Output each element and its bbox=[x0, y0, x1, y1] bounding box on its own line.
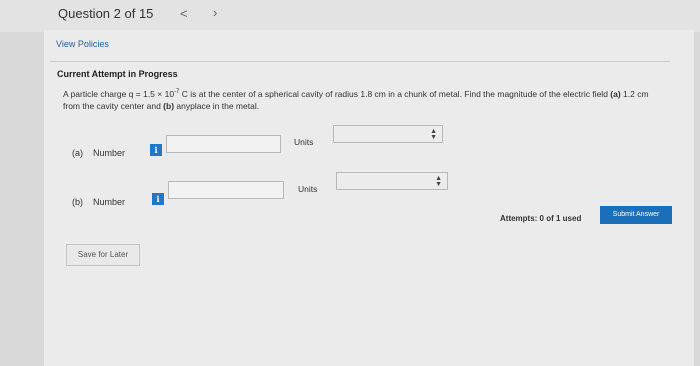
chevron-right-icon[interactable]: › bbox=[213, 5, 217, 20]
question-card bbox=[44, 30, 694, 366]
problem-part-a: (a) bbox=[610, 88, 621, 99]
part-a-label: (a) Number bbox=[72, 148, 125, 158]
units-b-label: Units bbox=[298, 184, 318, 194]
info-icon[interactable]: i bbox=[150, 144, 162, 156]
problem-text-1: A particle charge q = 1.5 × 10 bbox=[63, 88, 175, 99]
question-counter: Question 2 of 15 bbox=[58, 6, 154, 21]
part-a-number-label: Number bbox=[93, 148, 126, 158]
view-policies-link[interactable]: View Policies bbox=[56, 39, 109, 49]
problem-part-b: (b) bbox=[163, 100, 175, 111]
submit-answer-button[interactable]: Submit Answer bbox=[600, 206, 672, 224]
select-caret-icon: ▲ ▼ bbox=[430, 128, 437, 141]
part-b-number-label: Number bbox=[93, 197, 126, 207]
attempts-counter: Attempts: 0 of 1 used bbox=[500, 214, 582, 223]
part-b-label: (b) Number bbox=[72, 197, 125, 207]
save-for-later-button[interactable]: Save for Later bbox=[66, 244, 140, 266]
part-a-letter: (a) bbox=[72, 148, 83, 158]
part-b-letter: (b) bbox=[72, 197, 83, 207]
problem-text-2: C is at the center of a spherical cavity… bbox=[179, 88, 611, 99]
divider bbox=[50, 61, 670, 62]
answer-b-input[interactable] bbox=[168, 181, 284, 199]
select-caret-icon: ▲ ▼ bbox=[435, 175, 442, 188]
units-a-select[interactable]: ▲ ▼ bbox=[333, 125, 443, 143]
top-bar: Question 2 of 15 < › bbox=[0, 0, 700, 32]
info-icon[interactable]: i bbox=[152, 193, 164, 205]
units-b-select[interactable]: ▲ ▼ bbox=[336, 172, 448, 190]
problem-text-4: anyplace in the metal. bbox=[174, 100, 260, 111]
answer-a-input[interactable] bbox=[166, 135, 281, 153]
attempt-title: Current Attempt in Progress bbox=[57, 69, 178, 79]
units-a-label: Units bbox=[294, 137, 314, 147]
problem-text: A particle charge q = 1.5 × 10-7 C is at… bbox=[63, 86, 663, 112]
chevron-left-icon[interactable]: < bbox=[180, 6, 188, 21]
